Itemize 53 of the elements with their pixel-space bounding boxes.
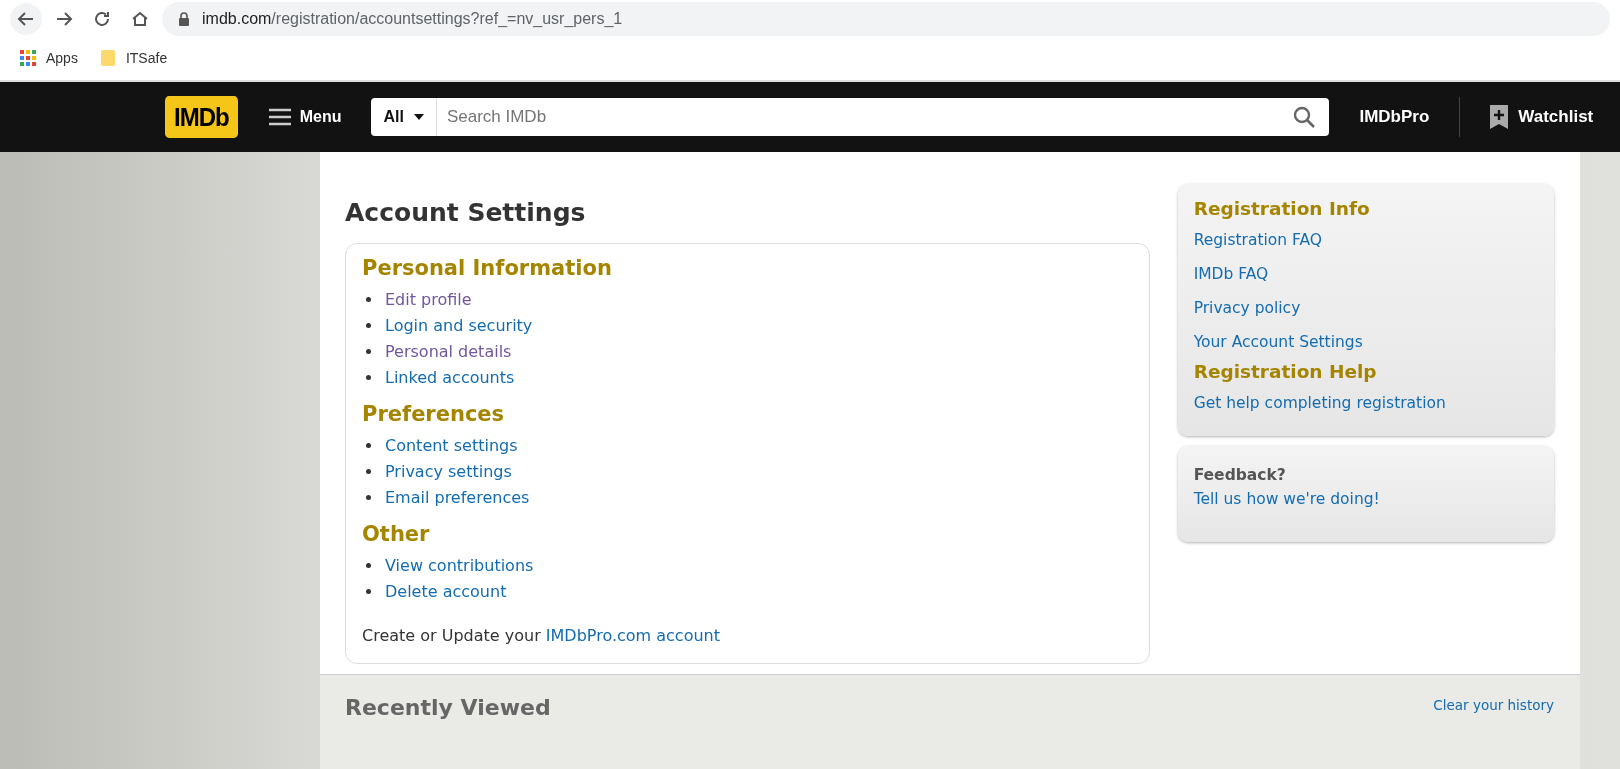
bullet-icon (366, 296, 371, 302)
menu-button[interactable]: Menu (263, 102, 346, 132)
settings-link[interactable]: Email preferences (385, 487, 530, 507)
bullet-icon (366, 348, 371, 354)
clear-history-link[interactable]: Clear your history (1433, 697, 1554, 713)
folder-icon (99, 49, 116, 67)
menu-icon[interactable] (267, 108, 292, 126)
bullet-icon (366, 588, 371, 594)
bullet-icon (366, 562, 371, 568)
settings-link[interactable]: Personal details (385, 341, 512, 361)
watchlist-button[interactable]: Watchlist (1490, 105, 1594, 129)
imdbpro-note: Create or Update your IMDbPro.com account (362, 626, 721, 645)
imdb-logo[interactable]: IMDb (165, 96, 238, 138)
settings-link[interactable]: Edit profile (385, 289, 472, 309)
home-icon[interactable] (130, 9, 150, 29)
bullet-icon (366, 374, 371, 380)
panel-link[interactable]: Privacy policy (1193, 291, 1301, 325)
panel-link[interactable]: Your Account Settings (1193, 325, 1363, 359)
section-heading: Preferences (362, 402, 506, 426)
search-bar[interactable]: All Search IMDb (371, 98, 1330, 136)
panel-link[interactable]: IMDb FAQ (1193, 257, 1269, 291)
settings-link[interactable]: View contributions (385, 555, 534, 575)
bullet-icon (366, 442, 371, 448)
address-bar[interactable]: imdb.com/registration/accountsettings?ref_=nv_usr_pers_1 (162, 2, 1610, 36)
settings-link[interactable]: Delete account (385, 581, 507, 601)
search-scope-dropdown[interactable]: All (371, 98, 437, 136)
panel-heading: Registration Help (1193, 361, 1377, 382)
bookmark[interactable]: Apps (20, 50, 78, 66)
reload-icon[interactable] (92, 9, 112, 29)
bullet-icon (366, 494, 371, 500)
bullet-icon (366, 322, 371, 328)
bookmark-plus-icon[interactable] (1490, 105, 1509, 129)
page-title: Account Settings (345, 198, 587, 227)
settings-link[interactable]: Privacy settings (385, 461, 512, 481)
bookmark[interactable]: ITSafe (99, 49, 168, 67)
bullet-icon (366, 468, 371, 474)
caret-icon[interactable] (413, 114, 424, 120)
imdbpro-account-link[interactable]: IMDbPro.com account (545, 626, 720, 645)
feedback-link[interactable]: Tell us how we're doing! (1193, 486, 1380, 512)
settings-link[interactable]: Login and security (385, 315, 533, 335)
apps-grid-icon (20, 50, 36, 66)
section-heading: Personal Information (362, 256, 613, 280)
settings-link[interactable]: Content settings (385, 435, 518, 455)
feedback-heading: Feedback? (1193, 466, 1286, 484)
search-icon[interactable] (1293, 106, 1316, 128)
imdbpro-link[interactable]: IMDbPro (1359, 107, 1430, 127)
panel-link[interactable]: Registration FAQ (1193, 223, 1323, 257)
back-button[interactable] (10, 3, 42, 35)
recently-viewed-title: Recently Viewed (345, 695, 551, 720)
panel-link[interactable]: Get help completing registration (1193, 386, 1446, 420)
section-heading: Other (362, 522, 431, 546)
settings-link[interactable]: Linked accounts (385, 367, 515, 387)
panel-heading: Registration Info (1193, 198, 1370, 219)
